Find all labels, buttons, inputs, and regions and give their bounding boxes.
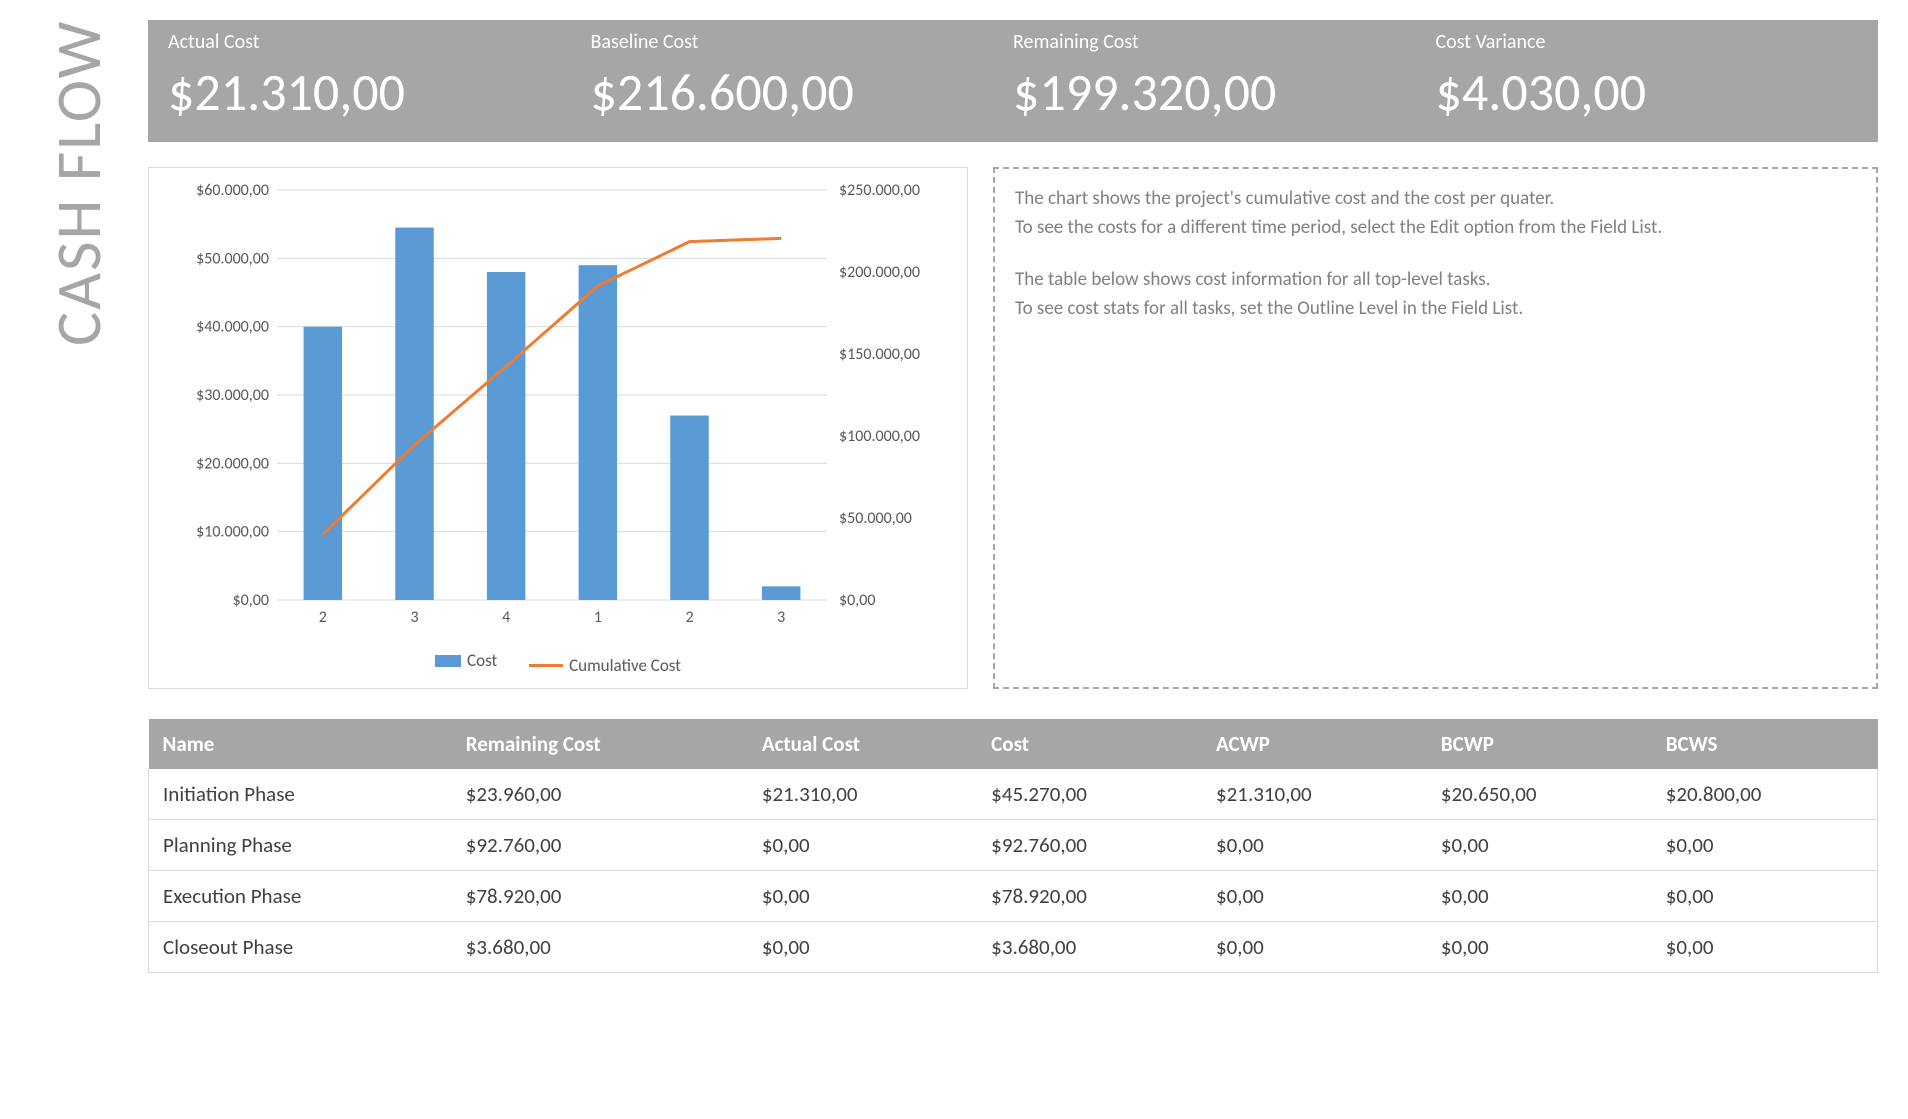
table-cell: $23.960,00 (452, 769, 748, 820)
table-cell: $0,00 (1202, 819, 1427, 870)
metric-label: Cost Variance (1436, 30, 1859, 54)
svg-text:$100.000,00: $100.000,00 (839, 427, 920, 446)
chart-canvas: $0,00 $10.000,00 $20.000,00 $30.000,00 $40.0… (167, 180, 947, 640)
table-cell: $0,00 (1652, 921, 1878, 972)
table-cell: $20.800,00 (1652, 769, 1878, 820)
description-text: The table below shows cost information f… (1015, 266, 1856, 295)
description-text: To see cost stats for all tasks, set the… (1015, 295, 1856, 324)
svg-text:$60.000,00: $60.000,00 (196, 181, 269, 200)
table-row: Execution Phase$78.920,00$0,00$78.920,00… (149, 870, 1878, 921)
metric-cost-variance: Cost Variance $4.030,00 (1436, 30, 1859, 124)
svg-text:$30.000,00: $30.000,00 (196, 386, 269, 405)
table-cell: $3.680,00 (977, 921, 1202, 972)
metric-actual-cost: Actual Cost $21.310,00 (168, 30, 591, 124)
table-cell: $78.920,00 (452, 870, 748, 921)
svg-text:$40.000,00: $40.000,00 (196, 318, 269, 337)
table-cell: Execution Phase (149, 870, 452, 921)
legend-label: Cumulative Cost (569, 655, 681, 676)
table-header-cell: Cost (977, 719, 1202, 769)
cash-flow-chart: $0,00 $10.000,00 $20.000,00 $30.000,00 $40.0… (148, 167, 968, 689)
metric-label: Remaining Cost (1013, 30, 1436, 54)
table-cell: $21.310,00 (748, 769, 977, 820)
table-cell: $78.920,00 (977, 870, 1202, 921)
table-cell: Closeout Phase (149, 921, 452, 972)
legend-label: Cost (467, 650, 497, 671)
table-cell: $20.650,00 (1427, 769, 1652, 820)
table-header-row: NameRemaining CostActual CostCostACWPBCW… (149, 719, 1878, 769)
table-cell: $0,00 (1427, 921, 1652, 972)
svg-text:2: 2 (319, 608, 327, 627)
table-cell: $0,00 (1652, 819, 1878, 870)
description-text: The chart shows the project's cumulative… (1015, 185, 1856, 214)
metric-value: $4.030,00 (1436, 60, 1859, 124)
table-header-cell: Name (149, 719, 452, 769)
metric-label: Actual Cost (168, 30, 591, 54)
svg-text:3: 3 (777, 608, 785, 627)
table-cell: $0,00 (1427, 819, 1652, 870)
table-header-cell: BCWS (1652, 719, 1878, 769)
svg-text:$150.000,00: $150.000,00 (839, 345, 920, 364)
svg-text:1: 1 (594, 608, 602, 627)
svg-text:4: 4 (502, 608, 510, 627)
svg-text:$10.000,00: $10.000,00 (196, 523, 269, 542)
table-cell: $0,00 (1202, 921, 1427, 972)
svg-text:$20.000,00: $20.000,00 (196, 454, 269, 473)
table-cell: $0,00 (748, 819, 977, 870)
chart-legend: Cost Cumulative Cost (167, 650, 949, 676)
legend-cost: Cost (435, 650, 497, 671)
table-cell: Planning Phase (149, 819, 452, 870)
svg-text:$250.000,00: $250.000,00 (839, 181, 920, 200)
table-cell: $21.310,00 (1202, 769, 1427, 820)
table-header-cell: Remaining Cost (452, 719, 748, 769)
svg-text:$200.000,00: $200.000,00 (839, 263, 920, 282)
table-header-cell: ACWP (1202, 719, 1427, 769)
metric-value: $199.320,00 (1013, 60, 1436, 124)
cost-table: NameRemaining CostActual CostCostACWPBCW… (148, 719, 1878, 973)
description-panel: The chart shows the project's cumulative… (993, 167, 1878, 689)
legend-cumulative: Cumulative Cost (529, 655, 681, 676)
svg-text:$0,00: $0,00 (233, 591, 269, 610)
table-cell: $92.760,00 (977, 819, 1202, 870)
svg-text:$0,00: $0,00 (839, 591, 875, 610)
svg-text:$50.000,00: $50.000,00 (196, 249, 269, 268)
metrics-bar: Actual Cost $21.310,00 Baseline Cost $21… (148, 20, 1878, 142)
page-title: CASH FLOW (30, 20, 118, 440)
table-cell: $0,00 (1427, 870, 1652, 921)
svg-text:3: 3 (410, 608, 418, 627)
table-row: Planning Phase$92.760,00$0,00$92.760,00$… (149, 819, 1878, 870)
table-cell: $0,00 (1652, 870, 1878, 921)
table-cell: $92.760,00 (452, 819, 748, 870)
metric-baseline-cost: Baseline Cost $216.600,00 (591, 30, 1014, 124)
table-cell: $0,00 (748, 870, 977, 921)
svg-text:$50.000,00: $50.000,00 (839, 509, 912, 528)
metric-value: $216.600,00 (591, 60, 1014, 124)
svg-text:2: 2 (685, 608, 693, 627)
table-cell: Initiation Phase (149, 769, 452, 820)
table-row: Initiation Phase$23.960,00$21.310,00$45.… (149, 769, 1878, 820)
description-text: To see the costs for a different time pe… (1015, 214, 1856, 243)
table-header-cell: BCWP (1427, 719, 1652, 769)
metric-label: Baseline Cost (591, 30, 1014, 54)
table-cell: $0,00 (748, 921, 977, 972)
table-cell: $3.680,00 (452, 921, 748, 972)
metric-remaining-cost: Remaining Cost $199.320,00 (1013, 30, 1436, 124)
table-row: Closeout Phase$3.680,00$0,00$3.680,00$0,… (149, 921, 1878, 972)
legend-swatch-icon (435, 655, 461, 667)
legend-line-icon (529, 664, 563, 667)
table-cell: $0,00 (1202, 870, 1427, 921)
metric-value: $21.310,00 (168, 60, 591, 124)
table-header-cell: Actual Cost (748, 719, 977, 769)
table-cell: $45.270,00 (977, 769, 1202, 820)
